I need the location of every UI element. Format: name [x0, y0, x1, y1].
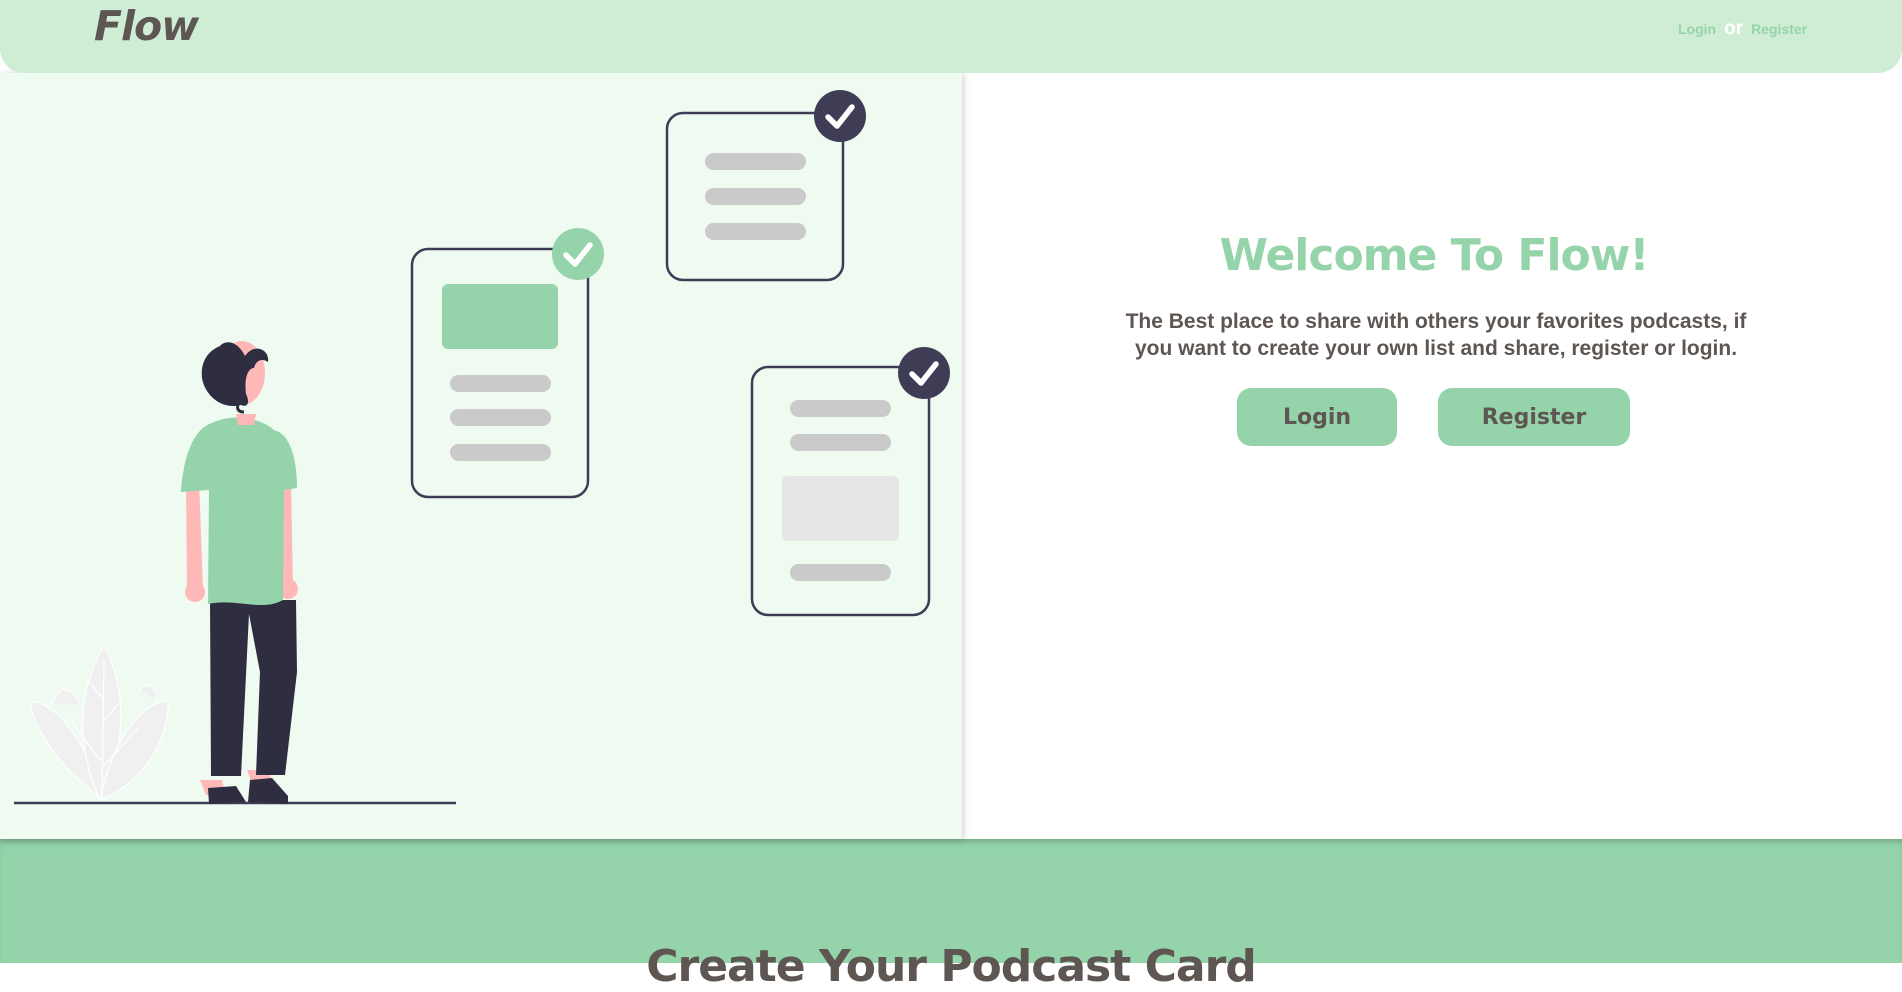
checklist-card-top [665, 90, 866, 282]
logo[interactable]: Flow [94, 2, 199, 50]
person-illustration [181, 341, 298, 804]
welcome-title: Welcome To Flow! [1219, 230, 1649, 281]
hero-illustration [14, 90, 950, 805]
create-podcast-section: Create Your Podcast Card [0, 839, 1902, 992]
hero-illustration-panel [0, 73, 962, 839]
login-button[interactable]: Login [1237, 388, 1397, 446]
section-title: Create Your Podcast Card [646, 941, 1257, 992]
checklist-card-center [410, 228, 604, 499]
welcome-description: The Best place to share with others your… [1125, 310, 1747, 360]
hero-welcome-panel: Welcome To Flow! The Best place to share… [966, 73, 1902, 839]
nav-separator: or [1724, 18, 1744, 39]
plant-illustration [29, 644, 169, 802]
top-header: Flow Login or Register [0, 0, 1902, 73]
checklist-card-right [750, 347, 950, 617]
header-nav: Login or Register [1678, 18, 1807, 40]
nav-register-link[interactable]: Register [1751, 21, 1807, 37]
nav-login-link[interactable]: Login [1678, 21, 1716, 37]
register-button[interactable]: Register [1438, 388, 1630, 446]
